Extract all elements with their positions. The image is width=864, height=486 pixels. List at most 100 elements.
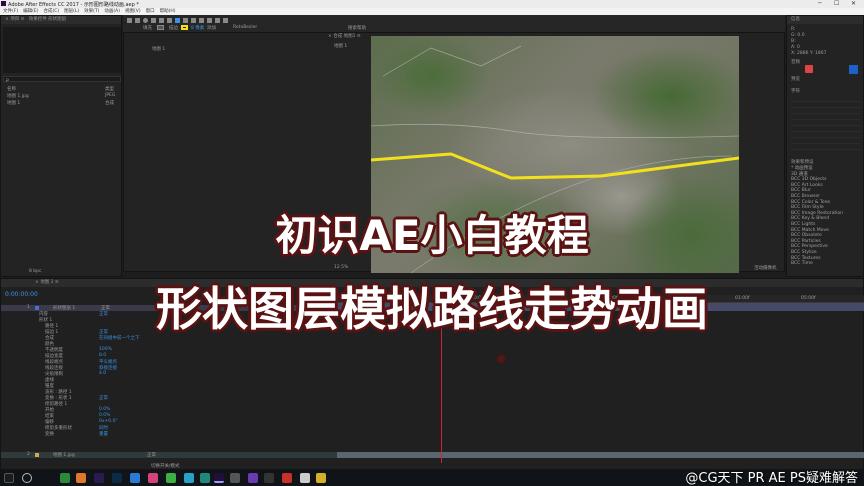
rotobezier-checkbox[interactable]: RotoBezier [233, 25, 257, 30]
list-item[interactable]: 地图 1.jpg JPEG [1, 93, 123, 99]
app-icon-purple[interactable] [248, 473, 258, 483]
minimize-button[interactable]: ─ [818, 0, 822, 7]
property-value[interactable]: 重置 [99, 431, 108, 437]
app-icon-yellow[interactable] [316, 473, 326, 483]
info-line: G: 0.0 [791, 33, 805, 38]
menu-layer[interactable]: 图层(L) [64, 8, 79, 15]
app-icon-dark[interactable] [264, 473, 274, 483]
overlay-title-line1: 初识AE小白教程 [275, 211, 589, 260]
hand-tool-icon[interactable] [135, 18, 140, 23]
menu-effect[interactable]: 效果(T) [84, 8, 99, 15]
selection-tool-icon[interactable] [127, 18, 132, 23]
maximize-button[interactable]: ☐ [834, 0, 839, 7]
rotate-tool-icon[interactable] [151, 18, 156, 23]
menu-composition[interactable]: 合成(C) [43, 8, 59, 15]
tools-panel: 填充 描边 8 像素 添加 RotoBezier 搜索帮助 [123, 15, 785, 32]
help-search-label[interactable]: 搜索帮助 [348, 25, 366, 31]
stroke-label[interactable]: 描边 [169, 25, 178, 31]
app-icon-pink[interactable] [148, 473, 158, 483]
windows-start-icon[interactable] [4, 473, 14, 483]
active-camera[interactable]: 活动摄像机 [754, 265, 777, 271]
zoom-level[interactable]: 12.5% [334, 265, 348, 270]
audio-panel-title[interactable]: 音频 [791, 59, 800, 65]
property-value[interactable]: 8.0 [99, 353, 106, 358]
rectangle-tool-icon[interactable] [175, 18, 180, 23]
tab-composition[interactable]: × 合成 地图1 ≡ [328, 34, 361, 39]
project-item-type: 合成 [105, 101, 114, 106]
puppet-tool-icon[interactable] [223, 18, 228, 23]
property-value[interactable]: 4.0 [99, 371, 106, 376]
menu-animation[interactable]: 动画(A) [104, 8, 120, 15]
fill-label[interactable]: 填充 [143, 25, 152, 31]
character-controls[interactable] [791, 96, 861, 151]
search-icon[interactable] [22, 473, 32, 483]
camera-tool-icon[interactable] [159, 18, 164, 23]
project-column-name[interactable]: 名称 [7, 86, 16, 92]
project-search-input[interactable]: ρ [3, 76, 121, 83]
menu-edit[interactable]: 编辑(E) [23, 8, 38, 15]
project-column-type[interactable]: 类型 [105, 86, 114, 92]
premiere-icon[interactable] [94, 473, 104, 483]
stroke-swatch[interactable] [181, 25, 188, 30]
zoom-tool-icon[interactable] [143, 18, 148, 23]
project-item-type: JPEG [105, 93, 116, 98]
property-row[interactable]: 变换 [45, 431, 54, 437]
add-button[interactable]: 添加 [207, 25, 216, 31]
comp-breadcrumb[interactable]: 地图 1 [334, 43, 347, 49]
app-icon-orange[interactable] [76, 473, 86, 483]
type-tool-icon[interactable] [191, 18, 196, 23]
left-layer-label: 地图 1 [152, 47, 166, 52]
app-icon-cyan[interactable] [184, 473, 194, 483]
character-panel-title[interactable]: 字符 [791, 88, 800, 94]
overlay-title-line2: 形状图层模拟路线走势动画 [156, 282, 708, 336]
app-icon-teal[interactable] [200, 473, 210, 483]
info-line: R: [791, 27, 796, 32]
pan-behind-tool-icon[interactable] [167, 18, 172, 23]
search-icon: ρ [6, 78, 9, 83]
layer-bar-image[interactable] [337, 452, 864, 458]
property-value[interactable]: 0.0% [99, 407, 110, 412]
stroke-width-value[interactable]: 8 像素 [191, 25, 204, 31]
property-value[interactable]: 100% [99, 347, 112, 352]
tab-effect-controls[interactable]: 效果控件 形状图层 [29, 17, 66, 22]
app-icon-green[interactable] [60, 473, 70, 483]
list-item[interactable]: 地图 1 合成 [1, 100, 123, 106]
app-icon-gray[interactable] [230, 473, 240, 483]
preview-panel-title[interactable]: 预览 [791, 76, 800, 82]
property-value[interactable]: 0x+0.0° [99, 419, 118, 424]
property-value[interactable]: 正常 [99, 395, 108, 401]
menu-file[interactable]: 文件(F) [3, 8, 18, 15]
keyframe-marker[interactable] [497, 355, 505, 363]
property-value[interactable]: 0.0% [99, 413, 110, 418]
watermark-text: @CG天下 PR AE PS疑难解答 [685, 471, 858, 486]
menu-view[interactable]: 视图(V) [125, 8, 141, 15]
photoshop-icon[interactable] [112, 473, 122, 483]
app-icon-red[interactable] [282, 473, 292, 483]
fill-swatch[interactable] [157, 25, 164, 30]
clone-tool-icon[interactable] [207, 18, 212, 23]
menu-window[interactable]: 窗口 [146, 8, 155, 15]
menu-help[interactable]: 帮助(H) [160, 8, 176, 15]
swatch-blue[interactable] [849, 65, 858, 74]
pen-tool-icon[interactable] [183, 18, 188, 23]
tab-project[interactable]: × 项目 ≡ [5, 17, 24, 22]
swatch-red[interactable] [805, 65, 813, 73]
table-row[interactable]: 2 地图 1.jpg 正常 [1, 452, 337, 458]
window-title: Adobe After Effects CC 2017 - 示形图形路线动画.a… [8, 2, 139, 8]
info-line: A: 0 [791, 45, 800, 50]
after-effects-icon[interactable] [214, 473, 224, 483]
app-icon-blue[interactable] [130, 473, 140, 483]
close-button[interactable]: ✕ [851, 0, 856, 7]
toggle-switches-modes[interactable]: 切换开关/模式 [151, 463, 180, 469]
eraser-tool-icon[interactable] [215, 18, 220, 23]
info-panel-title[interactable]: 信息 [787, 16, 863, 24]
layer-mode[interactable]: 正常 [147, 452, 156, 458]
info-line: X: 2886 Y: 1867 [791, 51, 827, 56]
brush-tool-icon[interactable] [199, 18, 204, 23]
app-icon-white[interactable] [300, 473, 310, 483]
project-item-name: 地图 1.jpg [7, 94, 29, 99]
effects-panel-title[interactable]: 效果和预设 [791, 159, 814, 165]
wechat-icon[interactable] [166, 473, 176, 483]
layer-number: 2 [27, 452, 30, 457]
project-item-name: 地图 1 [7, 101, 21, 106]
